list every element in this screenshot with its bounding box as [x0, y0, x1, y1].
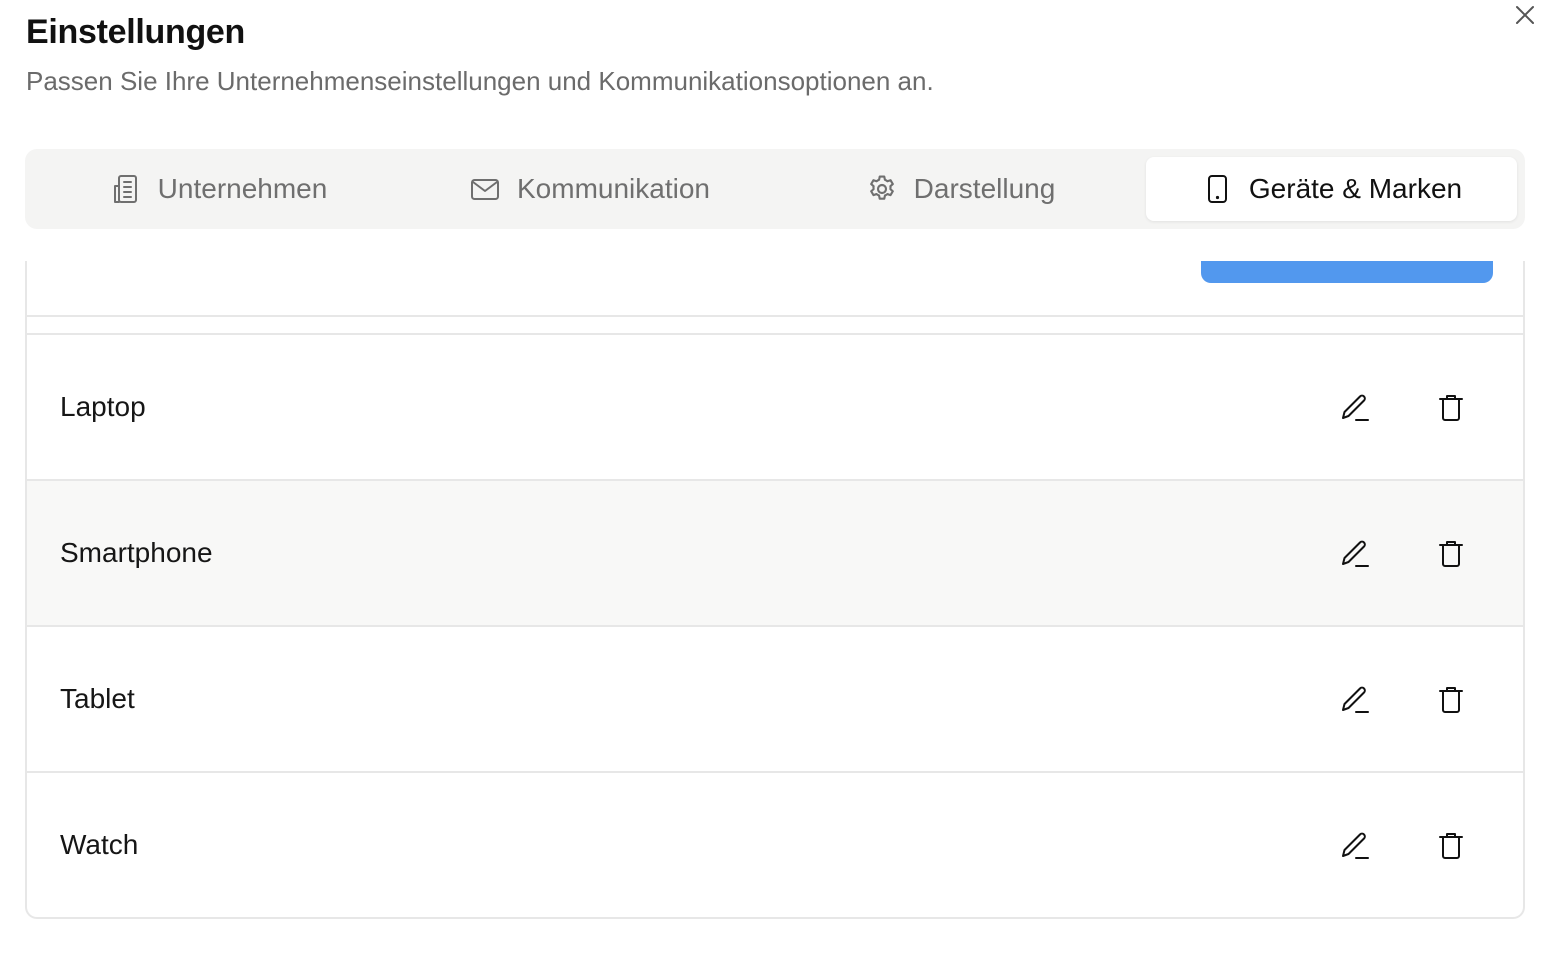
add-device-button[interactable]	[1201, 261, 1493, 283]
pencil-icon	[1342, 686, 1369, 713]
trash-icon	[1439, 687, 1463, 713]
device-name: Watch	[60, 829, 139, 860]
edit-button[interactable]	[1335, 387, 1375, 427]
dialog-subtitle: Passen Sie Ihre Unternehmenseinstellunge…	[26, 66, 934, 96]
tab-label: Kommunikation	[517, 173, 710, 204]
tab-label: Geräte & Marken	[1248, 173, 1463, 204]
gear-icon	[869, 175, 894, 200]
edit-button[interactable]	[1335, 825, 1375, 865]
delete-button[interactable]	[1431, 679, 1471, 719]
edit-button[interactable]	[1335, 533, 1375, 573]
list-item: Watch	[27, 773, 1523, 917]
mail-icon	[471, 179, 499, 200]
close-button[interactable]	[1510, 0, 1540, 30]
trash-icon	[1439, 833, 1463, 859]
delete-button[interactable]	[1431, 387, 1471, 427]
edit-button[interactable]	[1335, 679, 1375, 719]
panel-header	[27, 261, 1523, 317]
delete-button[interactable]	[1431, 533, 1471, 573]
table-header	[27, 317, 1523, 335]
tab-label: Darstellung	[913, 173, 1056, 204]
tab-label: Unternehmen	[157, 173, 328, 204]
close-icon	[1516, 6, 1534, 24]
trash-icon	[1439, 541, 1463, 567]
list-item: Smartphone	[27, 481, 1523, 627]
trash-icon	[1439, 395, 1463, 421]
tab-unternehmen[interactable]: Unternehmen	[33, 157, 404, 221]
building-icon	[113, 175, 137, 203]
pencil-icon	[1342, 832, 1369, 859]
tab-darstellung[interactable]: Darstellung	[775, 157, 1146, 221]
dialog-title: Einstellungen	[26, 13, 246, 51]
delete-button[interactable]	[1431, 825, 1471, 865]
device-name: Laptop	[60, 391, 146, 422]
tab-geraete-marken[interactable]: Geräte & Marken	[1146, 157, 1517, 221]
tablet-icon	[1207, 175, 1227, 203]
list-item: Laptop	[27, 335, 1523, 481]
devices-panel: Laptop Smartphone Tablet Watch	[25, 261, 1525, 919]
pencil-icon	[1342, 394, 1369, 421]
settings-tabs: Unternehmen Kommunikation Darstellung Ge…	[25, 149, 1525, 229]
device-name: Tablet	[60, 683, 135, 714]
device-name: Smartphone	[60, 537, 213, 568]
list-item: Tablet	[27, 627, 1523, 773]
pencil-icon	[1342, 540, 1369, 567]
tab-kommunikation[interactable]: Kommunikation	[404, 157, 775, 221]
